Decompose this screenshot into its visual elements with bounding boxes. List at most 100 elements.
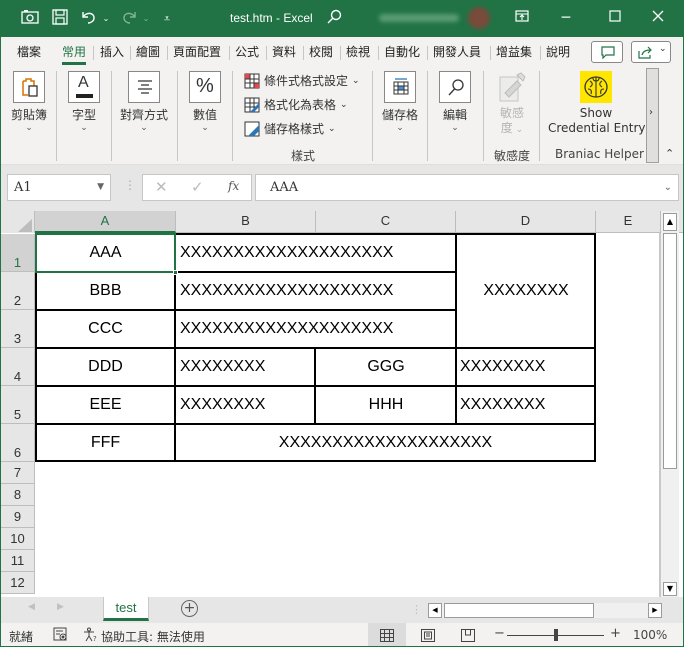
zoom-in-button[interactable]: + (610, 626, 621, 641)
cancel-icon[interactable]: ✕ (155, 178, 168, 196)
conditional-formatting-button[interactable]: 條件式格式設定 ⌄ (244, 72, 360, 89)
editing-button[interactable]: 編輯 ⌄ (438, 71, 472, 133)
number-button[interactable]: % 數值 ⌄ (189, 71, 221, 133)
scroll-right-button[interactable]: ▶ (648, 603, 662, 618)
new-sheet-button[interactable]: + (181, 600, 198, 617)
cell-c4[interactable]: GGG (316, 348, 456, 386)
ribbon-separator (372, 71, 373, 161)
worksheet-grid[interactable]: A B C D E 1 2 3 4 5 6 7 8 9 10 11 12 AAA… (1, 211, 683, 597)
tab-file[interactable]: 檔案 (17, 43, 41, 61)
vertical-scrollbar[interactable]: ▲ ▼ (661, 211, 679, 597)
insert-function-icon[interactable]: fx (228, 179, 239, 193)
cell-b3[interactable]: XXXXXXXXXXXXXXXXXXXX (176, 310, 456, 348)
format-as-table-button[interactable]: 格式化為表格 ⌄ (244, 96, 348, 113)
enter-icon[interactable]: ✓ (191, 178, 204, 196)
sheet-tab-test[interactable]: test (103, 597, 149, 621)
accessibility-status[interactable]: 協助工具: 無法使用 (101, 628, 205, 645)
redo-dropdown-icon[interactable]: ⌄ (136, 9, 156, 29)
cell-b6[interactable]: XXXXXXXXXXXXXXXXXXXX (176, 424, 595, 461)
cell-a1[interactable]: AAA (36, 234, 175, 272)
maximize-icon[interactable] (601, 7, 629, 29)
tab-view[interactable]: 檢視 (346, 43, 370, 61)
customize-qat-icon[interactable]: ⩡ (157, 9, 177, 29)
cell-a3[interactable]: CCC (36, 310, 175, 348)
name-box-dropdown-icon[interactable]: ▼ (97, 175, 104, 200)
save-icon[interactable] (50, 9, 70, 29)
tab-review[interactable]: 校閱 (309, 43, 333, 61)
scroll-up-button[interactable]: ▲ (663, 213, 677, 231)
collapse-ribbon-icon[interactable]: ⌃ (665, 147, 674, 160)
tab-draw[interactable]: 繪圖 (136, 43, 160, 61)
comments-button[interactable] (591, 41, 623, 63)
tab-help[interactable]: 說明 (546, 43, 570, 61)
cells-button[interactable]: 儲存格 ⌄ (381, 71, 419, 133)
undo-dropdown-icon[interactable]: ⌄ (96, 9, 116, 29)
cell-a5[interactable]: EEE (36, 386, 175, 424)
cell-d1[interactable]: XXXXXXXX (457, 234, 595, 348)
close-icon[interactable] (644, 7, 672, 29)
tab-automate[interactable]: 自動化 (384, 43, 420, 61)
sensitivity-label: 敏感度 ⌄ (499, 106, 524, 135)
account-name[interactable] (379, 14, 459, 22)
vertical-scroll-thumb[interactable] (663, 233, 677, 469)
tab-home[interactable]: 常用 (62, 43, 87, 65)
show-credential-entry-button[interactable]: Show Credential Entry (548, 71, 646, 136)
tab-data[interactable]: 資料 (272, 43, 296, 61)
status-bar: 就緒 ? 協助工具: 無法使用 − + 100% (1, 623, 683, 646)
ribbon-scroll-right-button[interactable]: › (646, 68, 659, 163)
avatar[interactable] (468, 7, 490, 29)
zoom-out-button[interactable]: − (494, 626, 505, 641)
cell-styles-button[interactable]: 儲存格樣式 ⌄ (244, 120, 336, 137)
chevron-down-icon: ⌄ (340, 99, 348, 110)
cell-b2[interactable]: XXXXXXXXXXXXXXXXXXXX (176, 272, 456, 310)
normal-view-button[interactable] (368, 623, 406, 646)
scroll-sheets-left-icon[interactable]: ◀ (28, 602, 35, 612)
alignment-button[interactable]: 對齊方式 ⌄ (118, 71, 170, 133)
chevron-down-icon: ⌄ (328, 123, 336, 134)
camera-icon[interactable] (20, 9, 40, 29)
ribbon-separator (177, 71, 178, 161)
zoom-level[interactable]: 100% (633, 628, 667, 642)
font-button[interactable]: A 字型 ⌄ (67, 71, 101, 133)
fill-handle[interactable] (173, 270, 178, 275)
ribbon-display-icon[interactable] (508, 7, 536, 29)
tab-developer[interactable]: 開發人員 (433, 43, 481, 61)
sensitivity-button[interactable]: 敏感度 ⌄ (493, 71, 531, 138)
share-button[interactable]: ⌄ (631, 41, 671, 63)
name-box[interactable]: A1 ▼ (7, 174, 111, 201)
ribbon-separator (111, 71, 112, 161)
macro-recording-icon[interactable] (53, 627, 68, 645)
cell-d4[interactable]: XXXXXXXX (456, 348, 595, 386)
zoom-slider-thumb[interactable] (554, 629, 558, 641)
cell-b1[interactable]: XXXXXXXXXXXXXXXXXXXX (176, 234, 456, 272)
search-icon[interactable] (324, 9, 344, 29)
cell-a2[interactable]: BBB (36, 272, 175, 310)
accessibility-icon[interactable]: ? (83, 627, 98, 645)
tab-insert[interactable]: 插入 (100, 43, 124, 61)
cell-a6[interactable]: FFF (36, 424, 175, 461)
horizontal-scrollbar[interactable]: ◀ ▶ (428, 603, 662, 618)
tab-addins[interactable]: 增益集 (496, 43, 532, 61)
scroll-down-button[interactable]: ▼ (663, 582, 677, 596)
scroll-left-button[interactable]: ◀ (428, 603, 442, 618)
scroll-sheets-right-icon[interactable]: ▶ (57, 602, 64, 612)
cell-d5[interactable]: XXXXXXXX (456, 386, 595, 424)
tab-page-layout[interactable]: 頁面配置 (173, 43, 221, 61)
share-dropdown-icon[interactable]: ⌄ (659, 44, 667, 54)
page-layout-view-button[interactable] (421, 629, 435, 645)
minimize-icon[interactable]: ─ (552, 7, 580, 29)
tab-separator (167, 46, 168, 60)
formula-input[interactable]: AAA ⌄ (255, 174, 679, 201)
cell-a4[interactable]: DDD (36, 348, 175, 386)
cell-c5[interactable]: HHH (316, 386, 456, 424)
horizontal-scroll-thumb[interactable] (444, 603, 594, 618)
title-bar: ⌄ ⌄ ⩡ test.htm - Excel ─ (1, 1, 683, 37)
tab-formulas[interactable]: 公式 (235, 43, 259, 61)
clipboard-button[interactable]: 剪貼簿 ⌄ (11, 71, 47, 133)
cell-b4[interactable]: XXXXXXXX (176, 348, 315, 386)
expand-formula-bar-icon[interactable]: ⌄ (664, 175, 672, 200)
resize-handle[interactable]: ⋮ (124, 178, 136, 192)
page-break-preview-button[interactable] (461, 629, 475, 645)
cell-b5[interactable]: XXXXXXXX (176, 386, 315, 424)
tab-split-handle[interactable]: ⋮ (411, 603, 422, 616)
